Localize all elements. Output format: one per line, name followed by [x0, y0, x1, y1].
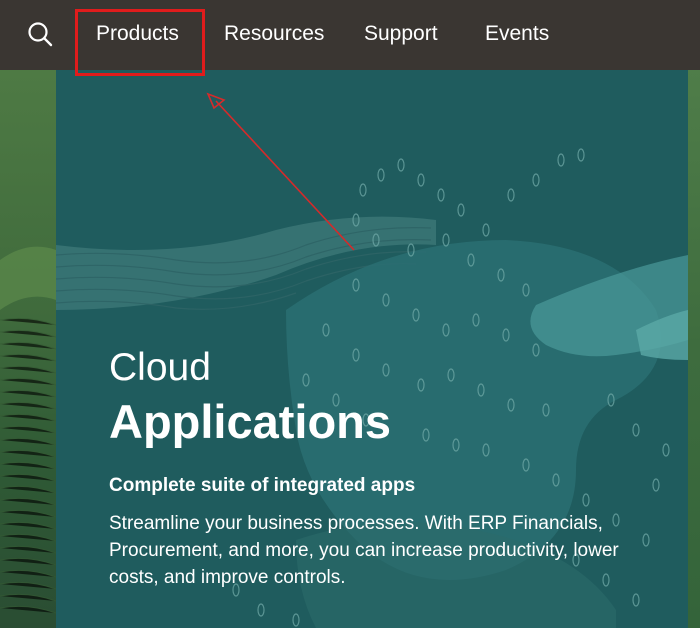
- top-navigation: Products Resources Support Events: [0, 0, 700, 70]
- hero-description: Streamline your business processes. With…: [109, 513, 619, 588]
- nav-item-products[interactable]: Products: [96, 20, 179, 48]
- hero-title-light: Cloud: [109, 346, 211, 389]
- search-button[interactable]: [26, 20, 56, 50]
- right-background-panel: [688, 70, 700, 628]
- hero-banner: Cloud Applications Complete suite of int…: [56, 70, 688, 628]
- nav-item-support[interactable]: Support: [364, 20, 438, 48]
- nav-item-events[interactable]: Events: [485, 20, 549, 48]
- hero-title-bold: Applications: [109, 395, 392, 448]
- left-background-panel: [0, 70, 56, 628]
- hero-subtitle: Complete suite of integrated apps: [109, 475, 416, 496]
- search-icon: [28, 22, 53, 47]
- nav-item-resources[interactable]: Resources: [224, 20, 324, 48]
